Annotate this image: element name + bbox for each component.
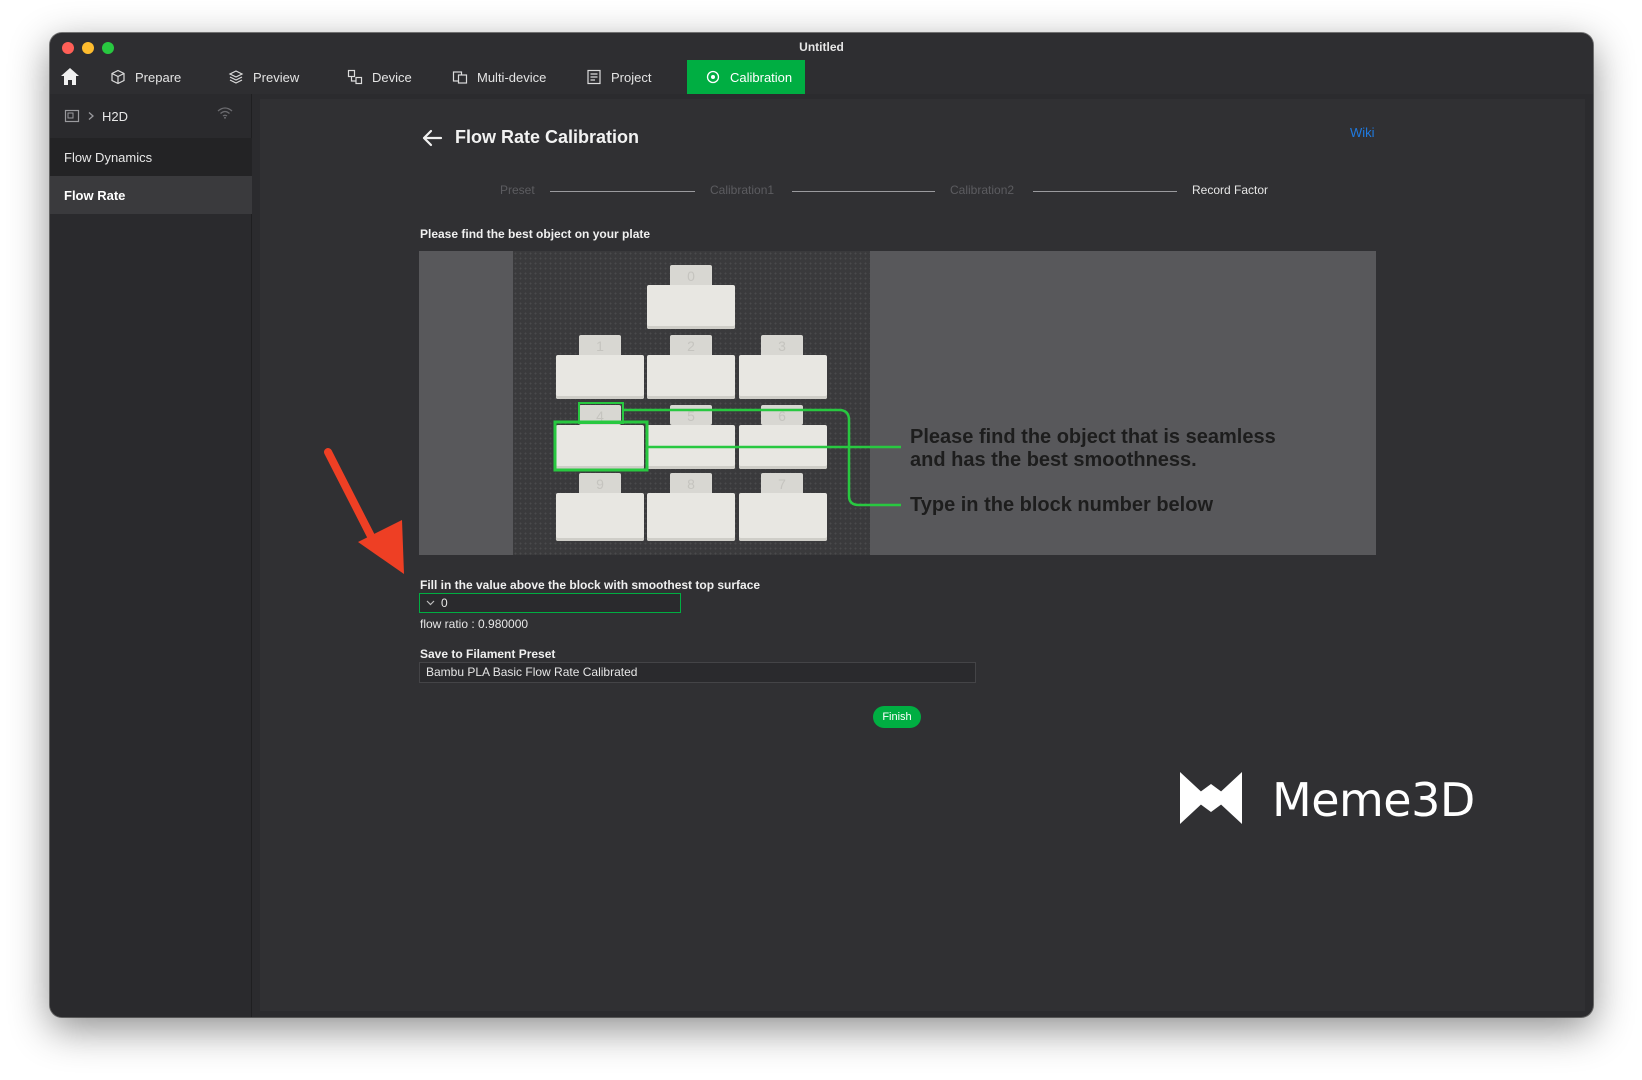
- tab-label: Preview: [253, 69, 300, 85]
- tab-multi-device[interactable]: Multi-device: [442, 60, 556, 94]
- layers-icon: [228, 70, 244, 84]
- calibration-illustration: 0 1 2 3 4 5 6 7 8 9 Please find the obje…: [419, 251, 1376, 555]
- meme3d-watermark: Meme3D: [1178, 770, 1478, 830]
- annotation-arrow-icon: [324, 448, 404, 574]
- filament-preset-name-input[interactable]: Bambu PLA Basic Flow Rate Calibrated: [419, 662, 976, 683]
- flow-ratio-readout: flow ratio : 0.980000: [420, 617, 529, 631]
- home-icon[interactable]: [58, 65, 82, 89]
- meme3d-logo-icon: [1180, 772, 1242, 824]
- tab-label: Project: [611, 69, 652, 85]
- sidebar-item-label: Flow Dynamics: [64, 149, 153, 165]
- tab-device[interactable]: Device: [337, 60, 422, 94]
- page-title: Flow Rate Calibration: [455, 127, 640, 147]
- sidebar-item-flow-dynamics[interactable]: Flow Dynamics: [50, 138, 252, 176]
- printer-icon: [64, 109, 80, 123]
- step-divider: [550, 191, 695, 192]
- tab-label: Prepare: [135, 69, 182, 85]
- back-arrow-icon[interactable]: [420, 126, 444, 150]
- sidebar-item-label: Flow Rate: [64, 187, 126, 203]
- block-number-combobox[interactable]: 0: [419, 593, 681, 613]
- tab-bar: Prepare Preview Device Multi-device Proj…: [50, 60, 1593, 94]
- watermark-text: Meme3D: [1272, 773, 1475, 827]
- calibration-icon: [706, 70, 720, 84]
- device-icon: [347, 69, 363, 85]
- multi-device-icon: [452, 71, 468, 84]
- callout-text: Type in the block number below: [910, 494, 1213, 516]
- cube-icon: [111, 69, 125, 85]
- step-divider: [1033, 191, 1177, 192]
- wiki-link[interactable]: Wiki: [1350, 125, 1375, 140]
- fill-value-label: Fill in the value above the block with s…: [420, 578, 761, 592]
- calibration-stepper: Preset Calibration1 Calibration2 Record …: [500, 183, 1300, 203]
- sidebar: H2D Flow Dynamics Flow Rate: [50, 94, 252, 1017]
- tab-label: Multi-device: [477, 69, 547, 85]
- chevron-down-icon[interactable]: [426, 600, 435, 606]
- title-bar: Untitled: [50, 33, 1593, 61]
- finish-button[interactable]: Finish: [873, 706, 921, 728]
- save-preset-label: Save to Filament Preset: [420, 647, 556, 661]
- device-name: H2D: [102, 108, 129, 124]
- project-icon: [587, 69, 601, 85]
- tab-label: Calibration: [730, 69, 793, 85]
- window-title: Untitled: [799, 40, 844, 54]
- tab-preview[interactable]: Preview: [218, 60, 309, 94]
- tab-prepare[interactable]: Prepare: [100, 60, 191, 94]
- sidebar-item-flow-rate[interactable]: Flow Rate: [50, 176, 252, 214]
- chevron-right-icon: [88, 112, 94, 120]
- wifi-icon: [217, 107, 233, 119]
- tab-label: Device: [372, 69, 412, 85]
- step-preset: Preset: [500, 183, 535, 197]
- instruction-text: Please find the best object on your plat…: [420, 227, 651, 241]
- tab-project[interactable]: Project: [576, 60, 661, 94]
- combobox-value: 0: [441, 596, 448, 610]
- step-record-factor: Record Factor: [1192, 183, 1269, 197]
- app-window: Untitled Prepare Preview Device Multi-de…: [50, 33, 1593, 1017]
- step-calibration1: Calibration1: [710, 183, 775, 197]
- highlight-connector-lines: [553, 402, 901, 507]
- calibration-content: Flow Rate Calibration Wiki Preset Calibr…: [260, 99, 1585, 1011]
- step-calibration2: Calibration2: [950, 183, 1015, 197]
- callout-text: Please find the object that is seamless: [910, 426, 1276, 448]
- step-divider: [792, 191, 935, 192]
- tab-calibration[interactable]: Calibration: [687, 60, 805, 94]
- callout-text: and has the best smoothness.: [910, 449, 1197, 471]
